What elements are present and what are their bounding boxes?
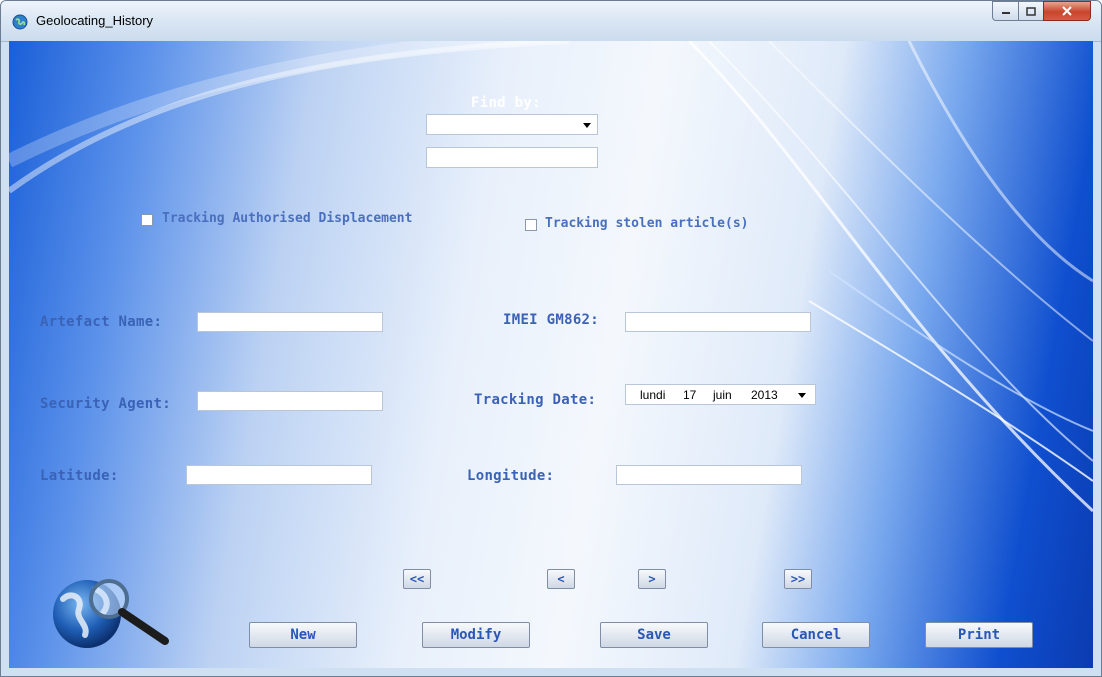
tracking-date-label: Tracking Date:	[474, 392, 597, 408]
security-agent-field[interactable]	[197, 391, 383, 411]
artefact-name-label: Artefact Name:	[40, 314, 163, 330]
next-record-button[interactable]: >	[638, 569, 666, 589]
date-year: 2013	[751, 388, 778, 402]
maximize-button[interactable]	[1018, 1, 1044, 21]
tracking-stolen-checkbox[interactable]	[525, 219, 537, 231]
longitude-label: Longitude:	[467, 468, 555, 484]
latitude-label: Latitude:	[40, 468, 119, 484]
find-by-text-field[interactable]	[426, 147, 598, 168]
latitude-field[interactable]	[186, 465, 372, 485]
cancel-button[interactable]: Cancel	[762, 622, 870, 648]
tracking-authorised-checkbox[interactable]	[141, 214, 153, 226]
imei-label: IMEI GM862:	[503, 312, 600, 328]
tracking-authorised-label: Tracking Authorised Displacement	[162, 211, 413, 226]
new-button[interactable]: New	[249, 622, 357, 648]
modify-button[interactable]: Modify	[422, 622, 530, 648]
first-record-button[interactable]: <<	[403, 569, 431, 589]
tracking-date-picker[interactable]: lundi 17 juin 2013	[625, 384, 816, 405]
artefact-name-field[interactable]	[197, 312, 383, 332]
globe-magnifier-icon	[53, 579, 169, 648]
minimize-button[interactable]	[992, 1, 1019, 21]
maximize-icon	[1026, 6, 1036, 16]
previous-record-button[interactable]: <	[547, 569, 575, 589]
minimize-icon	[1001, 12, 1010, 14]
security-agent-label: Security Agent:	[40, 396, 171, 412]
close-icon	[1062, 6, 1072, 16]
date-day: 17	[683, 388, 697, 402]
close-button[interactable]	[1043, 1, 1091, 21]
application-window: Geolocating_History Find by: Tracking Au…	[0, 0, 1102, 677]
chevron-down-icon	[583, 123, 591, 128]
print-button[interactable]: Print	[925, 622, 1033, 648]
globe-icon	[12, 14, 28, 30]
find-by-label: Find by:	[471, 95, 541, 111]
date-month: juin	[713, 388, 732, 402]
imei-field[interactable]	[625, 312, 811, 332]
date-weekday: lundi	[640, 388, 666, 402]
longitude-field[interactable]	[616, 465, 802, 485]
window-title: Geolocating_History	[36, 13, 154, 28]
chevron-down-icon	[798, 393, 806, 398]
title-bar[interactable]: Geolocating_History	[1, 1, 1101, 42]
tracking-stolen-label: Tracking stolen article(s)	[545, 216, 749, 231]
save-button[interactable]: Save	[600, 622, 708, 648]
find-by-dropdown[interactable]	[426, 114, 598, 135]
form-client-area: Find by: Tracking Authorised Displacemen…	[9, 41, 1093, 668]
last-record-button[interactable]: >>	[784, 569, 812, 589]
